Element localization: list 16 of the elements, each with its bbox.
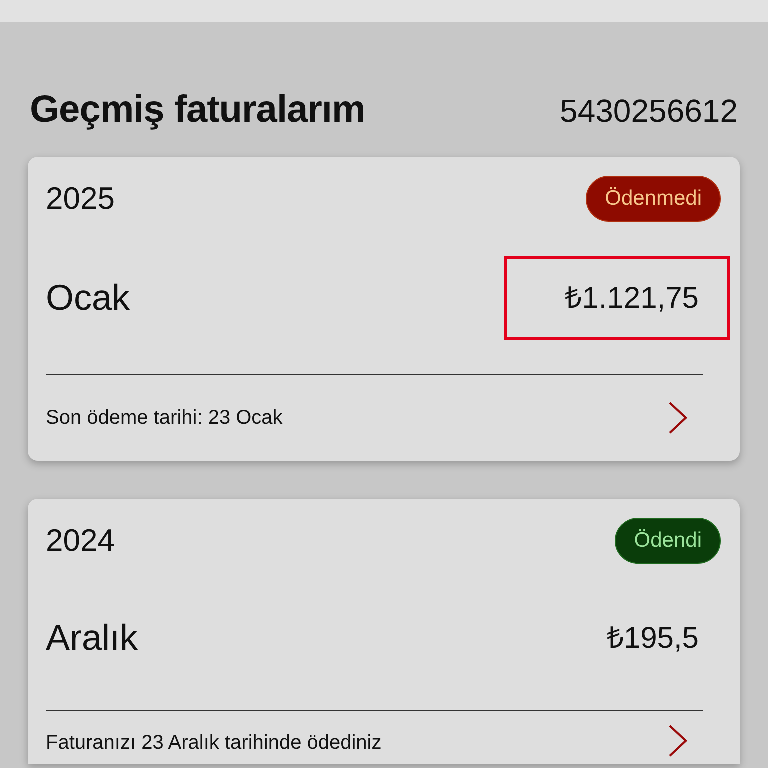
status-badge: Ödenmedi [586, 176, 721, 222]
bill-year: 2025 [46, 180, 115, 218]
bill-year: 2024 [46, 522, 115, 560]
chevron-right-icon[interactable] [667, 401, 689, 435]
bill-footer-text: Son ödeme tarihi: 23 Ocak [46, 406, 283, 431]
bill-card[interactable]: 2025 Ödenmedi Ocak ₺1.121,75 Son ödeme tarihi: 23 Ocak [28, 157, 740, 461]
bill-footer-text: Faturanızı 23 Aralık tarihinde ödediniz [46, 731, 382, 756]
chevron-right-icon[interactable] [667, 724, 689, 758]
highlighted-amount: ₺1.121,75 [504, 256, 730, 340]
bill-month: Aralık [46, 616, 138, 660]
bill-card[interactable]: 2024 Ödendi Aralık ₺195,5 Faturanızı 23 Aralık tarihinde ödediniz [28, 499, 740, 764]
bill-month: Ocak [46, 276, 130, 320]
bill-amount: ₺195,5 [606, 620, 700, 656]
page-title: Geçmiş faturalarım [30, 88, 366, 133]
status-badge: Ödendi [615, 518, 721, 564]
phone-number: 5430256612 [560, 92, 738, 130]
